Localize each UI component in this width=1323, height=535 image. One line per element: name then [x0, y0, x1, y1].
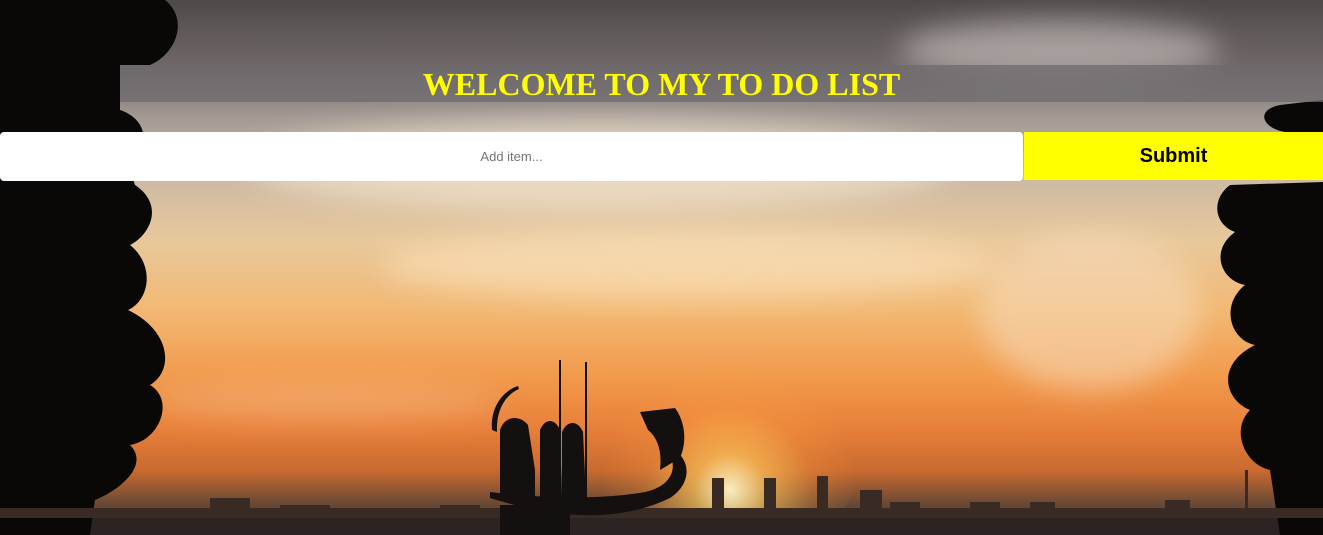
- page-title: WELCOME TO MY TO DO LIST: [422, 66, 901, 102]
- add-item-input[interactable]: [0, 132, 1023, 181]
- submit-button[interactable]: Submit: [1024, 132, 1323, 180]
